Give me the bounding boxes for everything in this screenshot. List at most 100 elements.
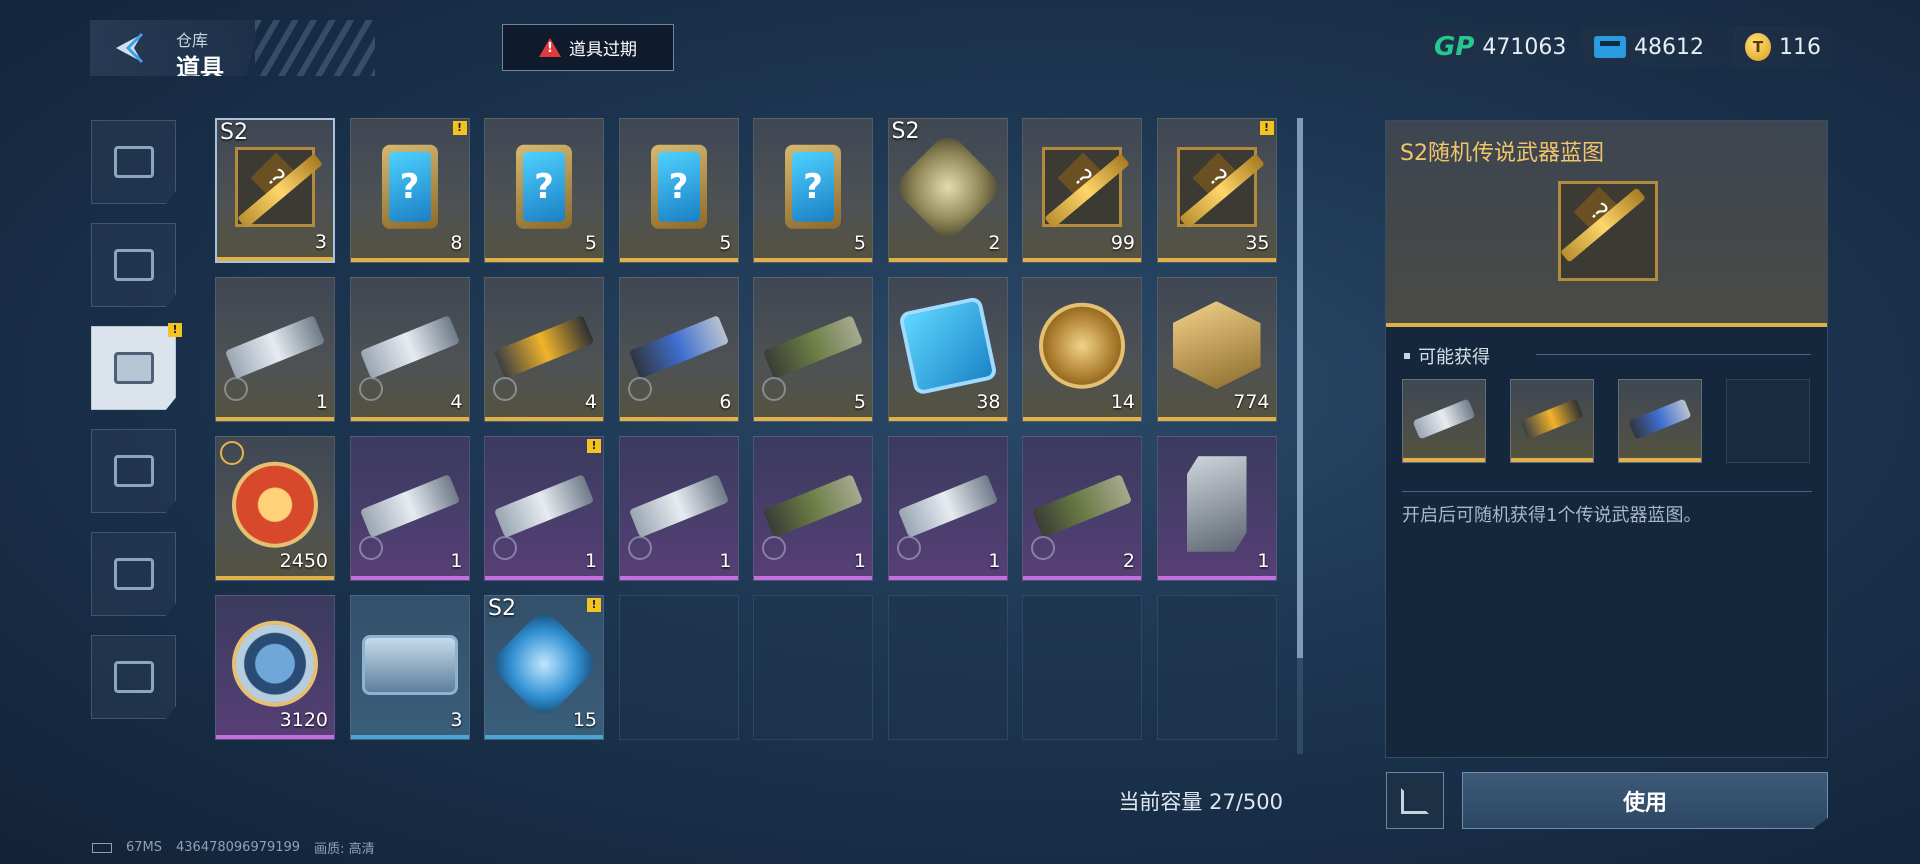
category-tab-items[interactable] (91, 326, 176, 410)
new-alert-badge: ! (452, 121, 467, 135)
item-gun-icon (628, 314, 729, 379)
blueprint-icon (113, 558, 154, 590)
inventory-item[interactable]: ? 8! (349, 118, 470, 263)
back-arrow-icon (116, 32, 144, 64)
item-count: 1 (584, 550, 597, 572)
inventory-item[interactable]: 3120 (215, 595, 335, 740)
rarity-bar (888, 576, 1007, 580)
reward-item[interactable] (1402, 379, 1486, 463)
clock-icon (358, 377, 383, 401)
inventory-item[interactable]: 99 (1022, 118, 1142, 263)
rarity-bar (1619, 458, 1701, 462)
item-count: 774 (1233, 391, 1270, 413)
inventory-item[interactable]: 1 (887, 436, 1008, 581)
rarity-bar (350, 258, 469, 262)
clock-icon (627, 536, 652, 560)
item-bp-icon (235, 146, 315, 227)
clock-icon (762, 377, 786, 401)
rarity-bar (1157, 417, 1276, 421)
category-tab-badges[interactable] (91, 635, 176, 719)
item-gun-icon (628, 473, 729, 538)
item-gun-icon (359, 473, 460, 538)
empty-slot (1156, 595, 1277, 740)
item-count: 8 (450, 232, 463, 254)
item-cube-icon (890, 129, 1005, 244)
item-card-icon: ? (650, 144, 707, 229)
possible-rewards-label: 可能获得 (1404, 343, 1490, 369)
category-tab-blueprints[interactable] (91, 532, 176, 616)
item-coin-icon (232, 461, 318, 548)
rarity-bar (485, 735, 603, 739)
rarity-bar (350, 735, 469, 739)
empty-slot (753, 595, 873, 740)
reward-item[interactable] (1510, 379, 1594, 463)
item-gun-icon (493, 473, 595, 538)
inventory-item[interactable]: 35! (1156, 118, 1277, 263)
inventory-item[interactable]: 1 (1156, 436, 1277, 581)
inventory-item[interactable]: S2 15! (484, 595, 604, 740)
category-tab-attachments[interactable] (91, 429, 176, 513)
inventory-item[interactable]: S2 2 (887, 118, 1008, 263)
empty-slot (1022, 595, 1142, 740)
inventory-item[interactable]: 1 (618, 436, 739, 581)
clock-icon (896, 536, 921, 560)
clock-icon (220, 441, 244, 465)
inventory-item[interactable]: 3 (349, 595, 470, 740)
item-coin-icon (232, 620, 318, 707)
clock-icon (224, 377, 248, 401)
inventory-item[interactable]: 1 (215, 277, 335, 422)
item-expire-button[interactable]: 道具过期 (502, 24, 674, 71)
quality-label: 画质: 高清 (314, 842, 375, 857)
category-alert-badge: ! (168, 323, 182, 337)
item-count: 1 (853, 550, 866, 572)
inventory-item[interactable]: 2 (1022, 436, 1142, 581)
inventory-item[interactable]: 1! (484, 436, 604, 581)
inventory-item[interactable]: 14 (1022, 277, 1142, 422)
inventory-item[interactable]: 774 (1156, 277, 1277, 422)
rarity-bar (1511, 458, 1593, 462)
clock-icon (493, 377, 517, 401)
inventory-item[interactable]: ? 5 (484, 118, 604, 263)
item-count: 35 (1245, 232, 1270, 254)
rarity-bar (485, 258, 603, 262)
grid-scroll-thumb[interactable] (1297, 118, 1303, 658)
item-count: 4 (450, 391, 463, 413)
item-gun-icon (359, 314, 460, 379)
inventory-item[interactable]: 4 (484, 277, 604, 422)
item-count: 14 (1110, 391, 1135, 413)
rarity-bar (1023, 576, 1141, 580)
inventory-item[interactable]: ? 5 (753, 118, 873, 263)
back-button[interactable]: 仓库 道具 (90, 20, 260, 76)
inventory-item[interactable]: 6 (618, 277, 739, 422)
inventory-item[interactable]: 1 (753, 436, 873, 581)
use-button[interactable]: 使用 (1462, 772, 1828, 829)
item-count: 2450 (279, 550, 328, 572)
share-button[interactable] (1386, 772, 1444, 829)
empty-slot (887, 595, 1008, 740)
item-count: 5 (584, 232, 597, 254)
rarity-bar (754, 576, 872, 580)
category-tab-weapons[interactable] (91, 120, 176, 204)
detail-item-image (1555, 181, 1661, 289)
inventory-item[interactable]: S2 3 (215, 118, 335, 263)
inventory-item[interactable]: 38 (887, 277, 1008, 422)
category-tab-cards[interactable] (91, 223, 176, 307)
empty-slot (618, 595, 739, 740)
item-count: 5 (853, 391, 866, 413)
inventory-item[interactable]: 2450 (215, 436, 335, 581)
rarity-bar (754, 258, 872, 262)
rarity-bar (350, 417, 469, 421)
inventory-item[interactable]: 5 (753, 277, 873, 422)
new-alert-badge: ! (587, 439, 601, 453)
reward-weapon-icon (1412, 398, 1476, 440)
item-count: 4 (584, 391, 597, 413)
item-bp-icon (1176, 146, 1257, 227)
item-count: 5 (719, 232, 732, 254)
inventory-item[interactable]: 1 (349, 436, 470, 581)
item-count: 1 (988, 550, 1001, 572)
inventory-item[interactable]: ? 5 (618, 118, 739, 263)
item-gun-icon (1031, 473, 1133, 538)
gp-icon: GP (1434, 32, 1475, 62)
reward-item[interactable] (1618, 379, 1702, 463)
inventory-item[interactable]: 4 (349, 277, 470, 422)
